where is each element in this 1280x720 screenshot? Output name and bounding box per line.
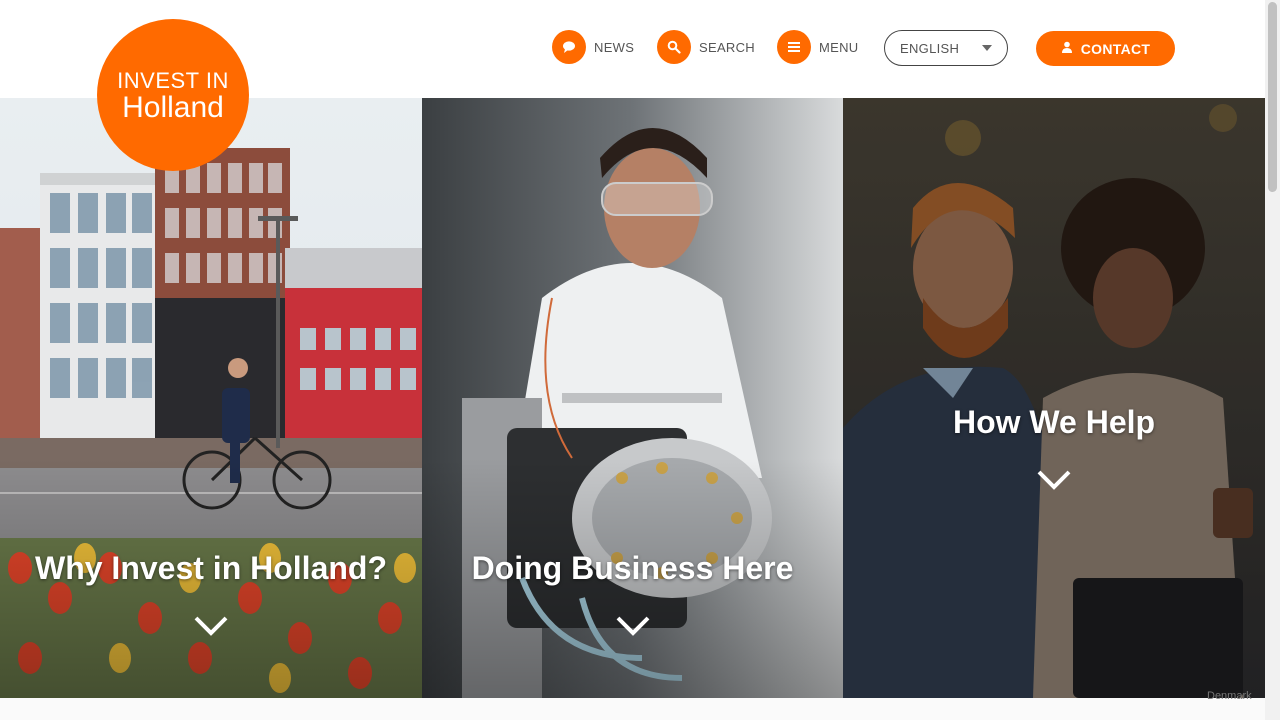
logo-line-1: INVEST IN xyxy=(117,68,229,93)
panel-how-we-help[interactable]: How We Help xyxy=(843,98,1265,698)
invest-in-holland-logo[interactable]: INVEST IN Holland xyxy=(97,19,249,171)
scientist-lab-image xyxy=(422,98,843,698)
language-selected: ENGLISH xyxy=(900,40,960,56)
map-label: Denmark xyxy=(1207,690,1252,702)
contact-button[interactable]: CONTACT xyxy=(1036,31,1175,66)
contact-label: CONTACT xyxy=(1080,40,1151,57)
hamburger-icon xyxy=(777,30,811,64)
caret-down-icon xyxy=(982,45,992,51)
nav-news[interactable]: NEWS xyxy=(552,30,634,64)
search-icon xyxy=(657,30,691,64)
panel-why-invest[interactable]: Why Invest in Holland? xyxy=(0,98,422,698)
nav-search-label: SEARCH xyxy=(699,39,755,55)
cyclist-street-image xyxy=(0,98,422,698)
panel-doing-business[interactable]: Doing Business Here xyxy=(422,98,843,698)
nav-menu-label: MENU xyxy=(819,39,859,55)
colleagues-laptop-image xyxy=(843,98,1265,698)
chevron-down-icon xyxy=(194,616,228,636)
page: NEWS SEARCH MENU ENGLISH CONTACT INVEST … xyxy=(0,0,1280,720)
person-icon xyxy=(1061,40,1073,58)
page-scrollbar[interactable] xyxy=(1265,0,1280,720)
logo-line-2: Holland xyxy=(122,91,224,124)
chevron-down-icon xyxy=(616,616,649,636)
language-select[interactable]: ENGLISH xyxy=(884,30,1008,66)
panel-why-invest-title: Why Invest in Holland? xyxy=(34,550,387,586)
nav-search[interactable]: SEARCH xyxy=(657,30,755,64)
panel-doing-business-title: Doing Business Here xyxy=(471,550,794,586)
speech-bubble-icon xyxy=(552,30,586,64)
map-section-strip xyxy=(0,698,1265,720)
panel-how-we-help-title: How We Help xyxy=(952,404,1156,440)
nav-news-label: NEWS xyxy=(594,39,635,55)
scrollbar-thumb[interactable] xyxy=(1268,2,1277,192)
chevron-down-icon xyxy=(1037,470,1071,490)
nav-menu[interactable]: MENU xyxy=(777,30,858,64)
